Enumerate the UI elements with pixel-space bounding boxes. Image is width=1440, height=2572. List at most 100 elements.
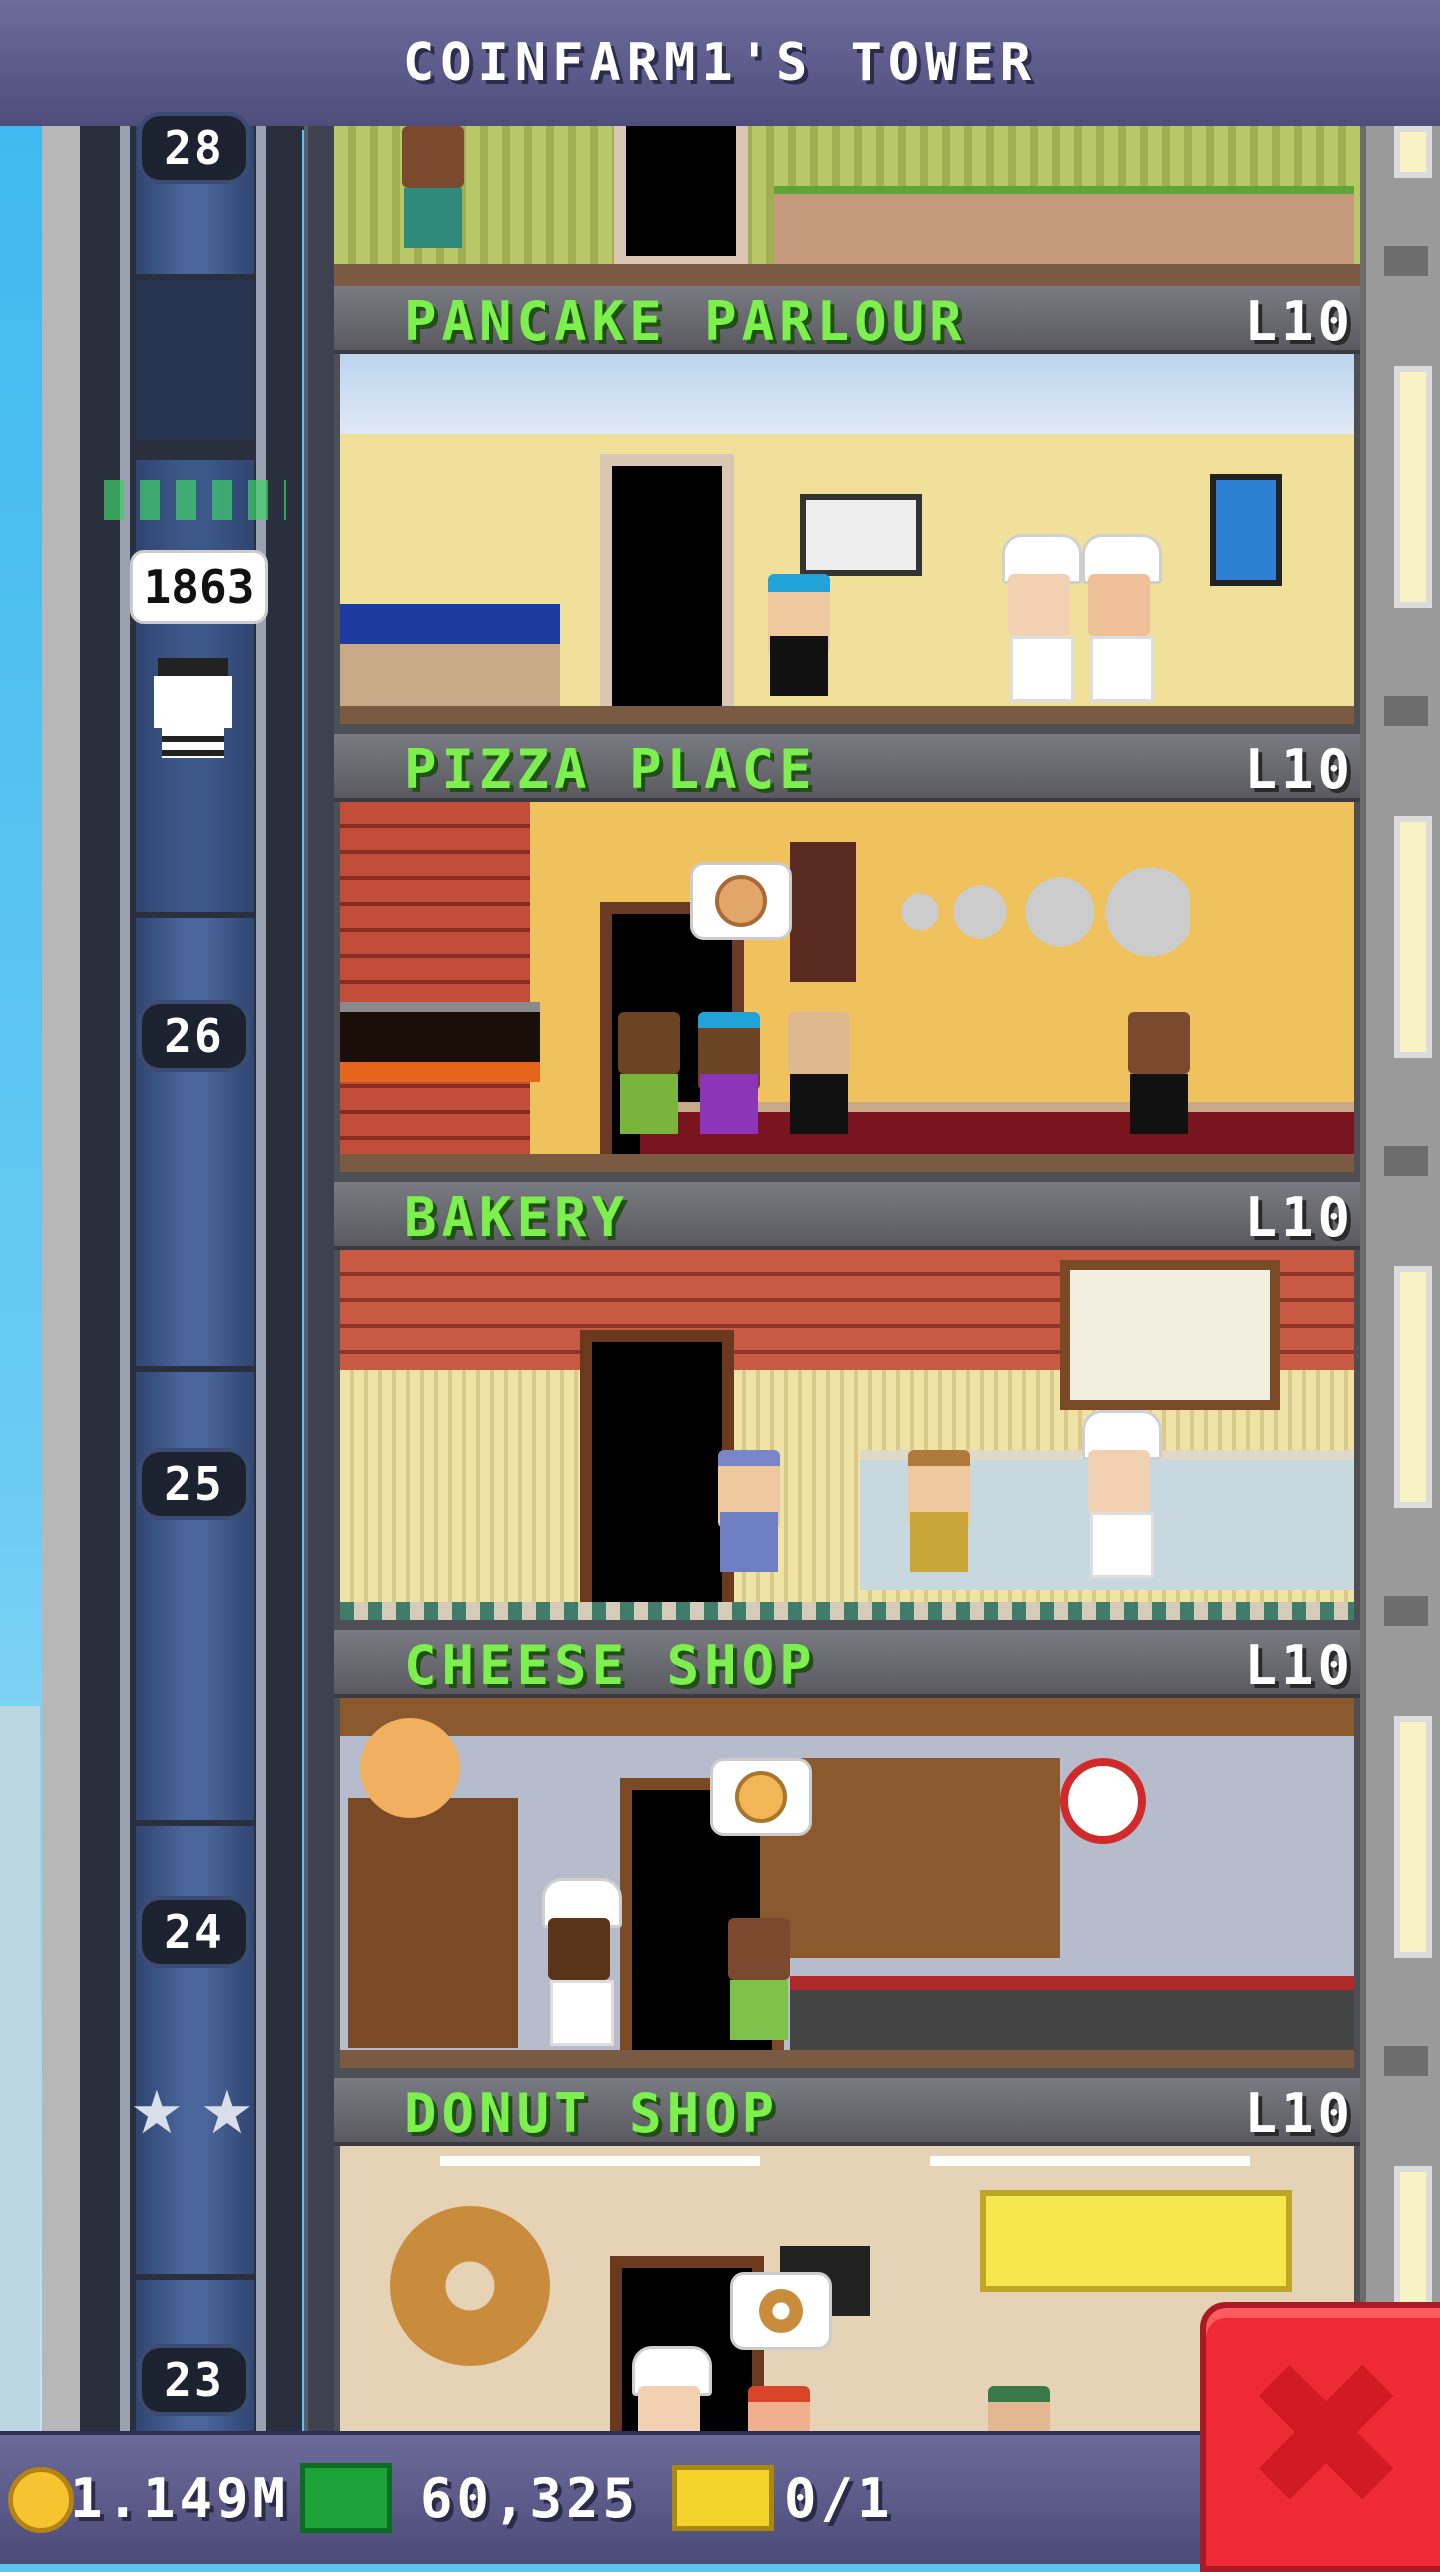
close-button[interactable]: ✖ — [1200, 2302, 1440, 2572]
floor-room — [340, 354, 1354, 724]
star-icon: ★ — [130, 2078, 184, 2148]
floor-bakery[interactable]: BAKERY L10 — [334, 1182, 1360, 1630]
staff-head — [1088, 574, 1150, 636]
floor-level: L10 — [1244, 290, 1354, 353]
lit-window — [1394, 1716, 1432, 1958]
price-board — [980, 2190, 1292, 2292]
floor-cheese-shop[interactable]: CHEESE SHOP L10 — [334, 1630, 1360, 2078]
lit-window — [1394, 1266, 1432, 1508]
cheese-icon — [735, 1771, 787, 1823]
staff-body — [770, 636, 828, 696]
staff-head — [788, 1012, 850, 1074]
room-door — [614, 126, 748, 268]
menu-board — [1060, 1260, 1280, 1410]
staff-body — [550, 1980, 614, 2046]
ceiling-light — [930, 2156, 1250, 2166]
elevator-window — [136, 1826, 254, 2274]
customer-body — [404, 188, 462, 248]
cheese-wheel — [360, 1718, 460, 1818]
staff-body — [1090, 1512, 1154, 1578]
donut-icon — [759, 2289, 803, 2333]
no-mouse-sign — [1060, 1758, 1146, 1844]
brick-wall — [340, 802, 530, 1172]
star-icon: ★ — [200, 2078, 254, 2148]
coins-value: 1.149M — [70, 2467, 290, 2530]
floor-room — [340, 802, 1354, 1172]
customer — [610, 1012, 688, 1152]
floor-number-28: 28 — [142, 116, 246, 180]
staff-head — [1008, 574, 1070, 636]
floor-name: BAKERY — [404, 1186, 630, 1249]
wall-ledge — [1384, 696, 1428, 726]
floor-header: BAKERY L10 — [334, 1182, 1360, 1250]
ticket-icon[interactable] — [672, 2465, 774, 2531]
floor-level: L10 — [1244, 738, 1354, 801]
staff-head — [1088, 1450, 1150, 1512]
elevator-glow — [104, 480, 286, 520]
customer-head — [988, 2386, 1050, 2431]
vip-tickets-value: 0/1 — [784, 2467, 894, 2530]
floor-number-24: 24 — [142, 1900, 246, 1964]
donut-sign — [390, 2206, 550, 2366]
elevator-car[interactable]: 1863 — [100, 480, 290, 780]
floor-28-partial[interactable] — [334, 126, 1360, 286]
wall-ledge — [1384, 1596, 1428, 1626]
lit-window — [1394, 126, 1432, 178]
order-bubble — [730, 2272, 832, 2350]
floor-number-25: 25 — [142, 1452, 246, 1516]
passenger-body — [162, 728, 224, 758]
wall-ledge — [1384, 2046, 1428, 2076]
pizza-icon — [715, 875, 767, 927]
customer — [980, 2386, 1058, 2431]
passenger-hat — [158, 658, 228, 676]
floor-name: PIZZA PLACE — [404, 738, 817, 801]
floor-room — [340, 1250, 1354, 1620]
floor-header: CHEESE SHOP L10 — [334, 1630, 1360, 1698]
floor-pancake-parlour[interactable]: PANCAKE PARLOUR L10 — [334, 286, 1360, 734]
room-door — [600, 454, 734, 718]
display-counter — [774, 186, 1354, 274]
customer-head — [402, 126, 464, 188]
room-floor — [340, 1154, 1354, 1172]
wall-plates — [900, 862, 1190, 962]
elevator-rail — [120, 126, 130, 2431]
tower-outer-wall — [42, 126, 84, 2431]
background-building — [0, 1706, 40, 2431]
customer-body — [730, 1980, 788, 2040]
floor-level: L10 — [1244, 1186, 1354, 1249]
customer — [394, 126, 472, 266]
elevator-window — [136, 918, 254, 1366]
floor-level: L10 — [1244, 2082, 1354, 2145]
room-ceiling — [340, 1698, 1354, 1736]
staff-head — [548, 1918, 610, 1980]
floor-name: PANCAKE PARLOUR — [404, 290, 967, 353]
staff-head — [638, 2386, 700, 2431]
floor-number-23: 23 — [142, 2348, 246, 2412]
staff-waiter — [780, 1012, 858, 1152]
tower-right-wall — [1360, 126, 1440, 2431]
bitbux-icon[interactable] — [300, 2463, 392, 2533]
floor-number-26: 26 — [142, 1004, 246, 1068]
room-floor — [340, 2050, 1354, 2068]
customer — [690, 1012, 768, 1152]
staff-body — [790, 1074, 848, 1134]
customer-body — [700, 1074, 758, 1134]
room-floor — [340, 1602, 1354, 1620]
wall-window — [1210, 474, 1282, 586]
customer-head — [728, 1918, 790, 1980]
staff-chef — [1080, 534, 1162, 714]
staff-body — [1010, 636, 1074, 702]
customer-body — [720, 1512, 778, 1572]
staff-body — [1130, 1074, 1188, 1134]
customer-head — [748, 2386, 810, 2431]
floor-header: PANCAKE PARLOUR L10 — [334, 286, 1360, 354]
tip-bubble: 1863 — [130, 550, 268, 624]
customer — [710, 1450, 788, 1590]
elevator-window — [136, 280, 254, 440]
coin-icon — [8, 2467, 74, 2533]
customer-head — [618, 1012, 680, 1074]
floor-pizza-place[interactable]: PIZZA PLACE L10 — [334, 734, 1360, 1182]
staff-waiter — [1120, 1012, 1198, 1152]
elevator-passenger — [148, 658, 238, 758]
cheese-shelf — [348, 1798, 518, 2048]
